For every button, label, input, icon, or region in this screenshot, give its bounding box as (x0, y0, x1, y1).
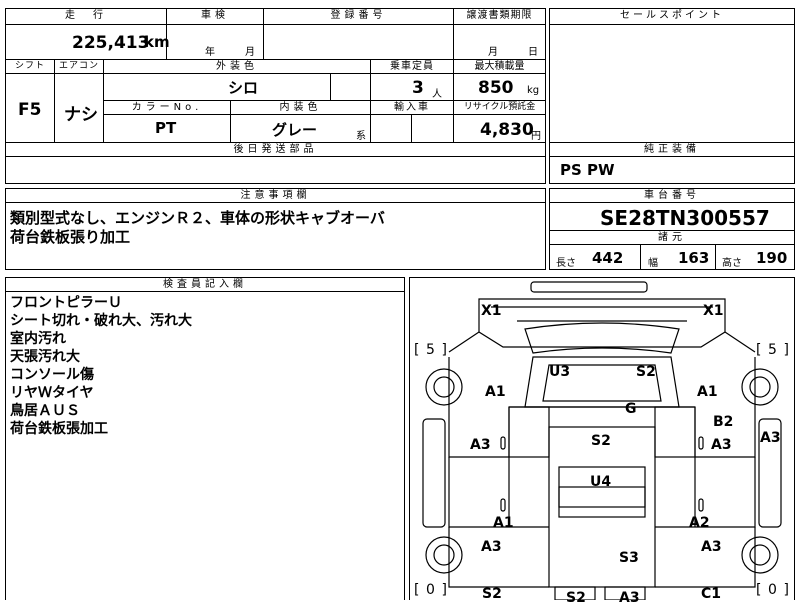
mark-a3-right-rear: A3 (701, 539, 722, 555)
capacity-header: 乗車定員 (370, 59, 454, 74)
mark-s3: S3 (619, 550, 639, 566)
inspector-line-2: シート切れ・破れ大、汚れ大 (10, 313, 192, 329)
inspector-line-1: フロントピラーＵ (10, 295, 122, 311)
color-no-header: カラーNo. (103, 100, 231, 115)
mark-s2-bottom-mid: S2 (566, 590, 586, 606)
mark-x1-left: X1 (481, 303, 502, 319)
capacity-unit: 人 (432, 89, 442, 100)
registration-header: 登録番号 (263, 8, 454, 25)
inspection-month: 月 (245, 47, 255, 58)
inspector-line-8: 荷台鉄板張加工 (10, 421, 108, 437)
mark-a1-right: A1 (697, 384, 718, 400)
mileage-value: 225,413 (72, 33, 150, 53)
inspector-line-3: 室内汚れ (10, 331, 66, 347)
tire-right-rear: [0] (756, 582, 789, 598)
later-parts-header: 後日発送部品 (5, 142, 546, 157)
inspector-line-4: 天張汚れ大 (10, 349, 80, 365)
length-value: 442 (592, 249, 624, 267)
max-load-header: 最大積載量 (453, 59, 546, 74)
transfer-day: 日 (528, 47, 538, 58)
transfer-month: 月 (488, 47, 498, 58)
width-value: 163 (678, 249, 710, 267)
inspector-line-7: 鳥居ＡＵＳ (10, 403, 80, 419)
mark-b2: B2 (713, 414, 734, 430)
capacity-value: 3 (412, 78, 424, 98)
mark-x1-right: X1 (703, 303, 724, 319)
mark-a3-right-edge: A3 (760, 430, 781, 446)
import-cell-a (370, 114, 412, 143)
import-cell-b (411, 114, 454, 143)
mileage-unit: km (144, 33, 170, 51)
aircon-header: エアコン (54, 59, 104, 74)
sales-point-frame (549, 8, 795, 145)
color-no-value: PT (155, 119, 177, 137)
shift-header: シフト (5, 59, 55, 74)
max-load-unit: kg (527, 85, 540, 96)
height-value: 190 (756, 249, 788, 267)
mark-a1-left: A1 (485, 384, 506, 400)
mark-g: G (625, 401, 637, 417)
recycle-value: 4,830 (480, 120, 534, 140)
notes-line-2: 荷台鉄板張り加工 (10, 228, 131, 246)
inspector-line-6: リヤＷタイヤ (10, 385, 94, 401)
genuine-equipment-header: 純正装備 (549, 142, 795, 157)
shift-value: F5 (18, 100, 42, 120)
tire-right-front: [5] (756, 342, 789, 358)
max-load-value: 850 (478, 78, 514, 98)
registration-cell (263, 24, 454, 60)
inspector-line-5: コンソール傷 (10, 367, 94, 383)
sales-point-header: セールスポイント (549, 8, 795, 25)
transfer-deadline-header: 譲渡書類期限 (453, 8, 546, 25)
mark-a3-left-rear: A3 (481, 539, 502, 555)
mark-a1-left-low: A1 (493, 515, 514, 531)
genuine-equipment-value: PS PW (560, 161, 615, 179)
mark-s2-mid: S2 (591, 433, 611, 449)
interior-color-header: 内装色 (230, 100, 371, 115)
length-label: 長さ (556, 258, 576, 269)
notes-line-1: 類別型式なし、エンジンＲ２、車体の形状キャブオーバ (10, 209, 385, 227)
height-label: 高さ (722, 258, 742, 269)
mark-a3-right-door: A3 (711, 437, 732, 453)
chassis-header: 車台番号 (549, 188, 795, 203)
tire-left-front: [5] (414, 342, 447, 358)
mileage-header: 走 行 (5, 8, 167, 25)
mark-a3-left-door: A3 (470, 437, 491, 453)
exterior-color-header: 外装色 (103, 59, 371, 74)
interior-color-value: グレー (272, 121, 318, 139)
inspector-header: 検査員記入欄 (5, 277, 405, 292)
inspection-header: 車検 (166, 8, 264, 25)
exterior-color-sub (330, 73, 371, 101)
exterior-color-value: シロ (228, 79, 259, 97)
interior-color-suffix: 系 (356, 131, 366, 142)
recycle-unit: 円 (531, 131, 541, 142)
tire-left-rear: [0] (414, 582, 447, 598)
notes-header: 注意事項欄 (5, 188, 546, 203)
import-header: 輸入車 (370, 100, 454, 115)
inspection-year: 年 (205, 47, 215, 58)
recycle-header: リサイクル預託金 (453, 100, 546, 115)
mark-a2-right-low: A2 (689, 515, 710, 531)
mark-s2-roof: S2 (636, 364, 656, 380)
mark-a3-bottom-mid: A3 (619, 590, 640, 606)
width-label: 幅 (648, 258, 658, 269)
aircon-value: ナシ (64, 105, 98, 125)
chassis-number: SE28TN300557 (600, 206, 770, 230)
mark-u4: U4 (590, 474, 612, 490)
mark-u3: U3 (549, 364, 571, 380)
specs-header: 諸元 (549, 230, 795, 245)
